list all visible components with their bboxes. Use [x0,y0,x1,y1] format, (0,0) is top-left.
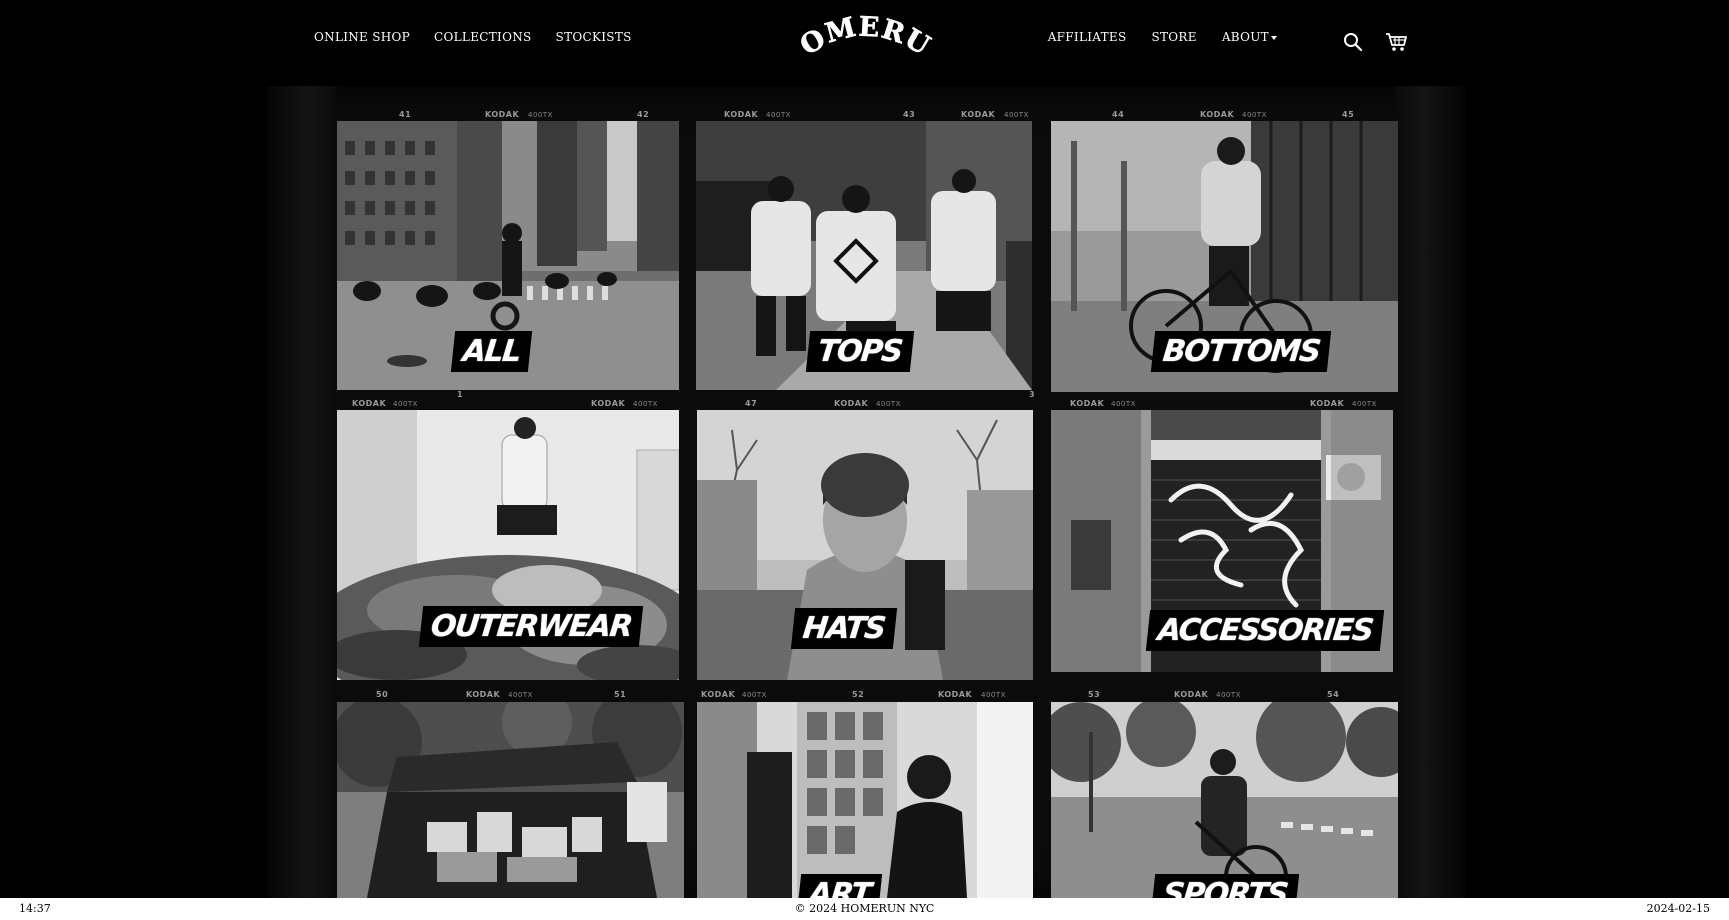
frame-number: 47 [745,399,758,408]
nav-left: ONLINE SHOP COLLECTIONS STOCKISTS [314,30,656,44]
film-brand: KODAK [1070,399,1105,408]
collection-tile-all[interactable]: ALL [337,121,679,390]
nav-about-label: ABOUT [1221,30,1269,44]
film-stock: 400TX [528,111,553,119]
tile-label-accessories: ACCESSORIES [1145,610,1385,651]
collection-tile-bottoms[interactable]: BOTTOMS [1051,121,1398,392]
film-stock: 400TX [1111,400,1136,408]
cart-icon[interactable] [1385,31,1409,53]
film-brand: KODAK [701,690,736,699]
film-brand: KODAK [485,110,520,119]
film-stock: 400TX [981,691,1006,699]
homerun-logo[interactable]: HOMERUN [790,8,940,72]
frame-number: 42 [637,110,650,119]
collection-tile-sports[interactable]: SPORTS [1051,702,1398,898]
nav-store[interactable]: STORE [1151,30,1196,44]
film-brand: KODAK [938,690,973,699]
film-stock: 400TX [1216,691,1241,699]
tile-label-outerwear: OUTERWEAR [418,606,644,647]
logo-text: HOMERUN [790,8,935,63]
tile-label-art: ART [796,874,883,898]
film-stock: 400TX [1352,400,1377,408]
film-stock: 400TX [1004,111,1029,119]
footer-copyright: © 2024 HOMERUN NYC [794,902,935,915]
film-stock: 400TX [742,691,767,699]
frame-number: 50 [376,690,389,699]
film-stock: 400TX [1242,111,1267,119]
chevron-down-icon [1271,35,1277,40]
collection-tile-art[interactable]: ART [697,702,1033,898]
film-brand: KODAK [591,399,626,408]
collection-tile-hats[interactable]: HATS [697,410,1033,680]
photo-car-trunk [337,702,684,898]
svg-text:HOMERUN: HOMERUN [790,8,936,62]
collection-tile-misc[interactable] [337,702,684,898]
frame-number: 53 [1088,690,1101,699]
nav-affiliates[interactable]: AFFILIATES [1048,30,1127,44]
tile-label-hats: HATS [790,608,897,649]
film-stock: 400TX [393,400,418,408]
film-stock: 400TX [766,111,791,119]
film-stock: 400TX [876,400,901,408]
collection-tile-accessories[interactable]: ACCESSORIES [1051,410,1393,672]
collection-tile-outerwear[interactable]: OUTERWEAR [337,410,679,680]
nav-about[interactable]: ABOUT [1222,30,1277,44]
status-date: 2024-02-15 [1646,902,1710,915]
film-brand: KODAK [724,110,759,119]
frame-number: 44 [1112,110,1125,119]
frame-number: 51 [614,690,627,699]
film-brand: KODAK [961,110,996,119]
status-bar: 14:37 © 2024 HOMERUN NYC 2024-02-15 [0,898,1729,920]
tile-label-tops: TOPS [805,331,914,372]
frame-number: 54 [1327,690,1340,699]
nav-stockists[interactable]: STOCKISTS [556,30,632,44]
film-brand: KODAK [466,690,501,699]
site-header: ONLINE SHOP COLLECTIONS STOCKISTS HOMERU… [0,0,1729,86]
tile-label-all: ALL [450,331,533,372]
frame-number: 43 [903,110,916,119]
film-brand: KODAK [1200,110,1235,119]
photo-art-display [697,702,1033,898]
film-brand: KODAK [1310,399,1345,408]
nav-collections[interactable]: COLLECTIONS [434,30,532,44]
frame-number: 1 [457,390,464,399]
film-stock: 400TX [508,691,533,699]
collection-tile-tops[interactable]: TOPS [696,121,1032,390]
tile-label-sports: SPORTS [1150,874,1300,898]
film-brand: KODAK [834,399,869,408]
frame-number: 45 [1342,110,1355,119]
film-brand: KODAK [1174,690,1209,699]
search-icon[interactable] [1342,31,1364,53]
nav-right: AFFILIATES STORE ABOUT [1048,30,1277,44]
photo-man-with-bike [1051,702,1398,898]
nav-online-shop[interactable]: ONLINE SHOP [314,30,410,44]
film-edge-left [267,86,337,898]
frame-number: 3 [1029,390,1036,399]
film-brand: KODAK [352,399,387,408]
frame-number: 41 [399,110,412,119]
frame-number: 52 [852,690,865,699]
film-stock: 400TX [633,400,658,408]
film-edge-right [1395,86,1465,898]
tile-label-bottoms: BOTTOMS [1150,331,1332,372]
